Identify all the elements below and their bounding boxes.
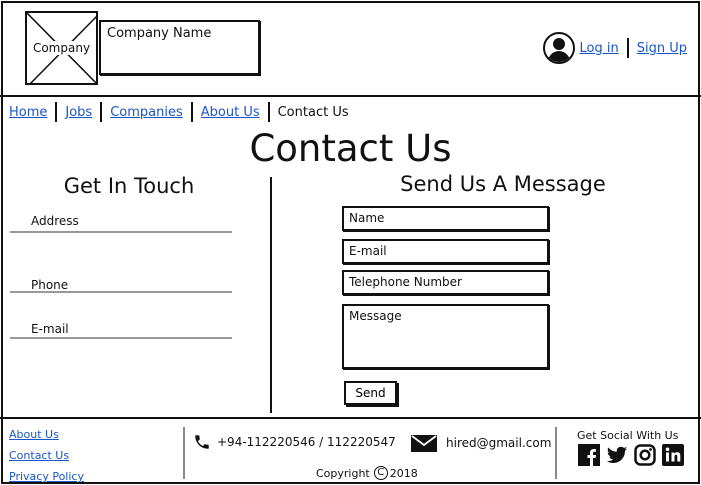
telephone-input[interactable]: Telephone Number (342, 270, 549, 295)
header: Company Company Name Log in Sign Up (0, 0, 701, 97)
breadcrumb-nav: Home Jobs Companies About Us Contact Us (9, 102, 349, 122)
email-label: E-mail (31, 322, 69, 336)
mail-icon (411, 435, 437, 452)
footer-divider (183, 427, 185, 479)
divider (626, 38, 629, 58)
divider (190, 102, 193, 122)
linkedin-icon[interactable] (662, 444, 684, 466)
footer-phone-number: +94-112220546 / 112220547 (217, 435, 396, 449)
footer-phone: +94-112220546 / 112220547 (193, 433, 396, 451)
email-row: E-mail (10, 322, 232, 339)
email-placeholder: E-mail (349, 244, 387, 258)
divider (267, 102, 270, 122)
company-logo[interactable]: Company (25, 11, 98, 85)
message-placeholder: Message (349, 309, 402, 323)
user-avatar-icon[interactable] (542, 32, 575, 64)
footer-privacy-policy-link[interactable]: Privacy Policy (9, 466, 84, 485)
nav-companies[interactable]: Companies (110, 105, 183, 120)
name-placeholder: Name (349, 211, 385, 225)
name-input[interactable]: Name (342, 206, 549, 231)
get-in-touch-heading: Get In Touch (63, 174, 195, 198)
send-button[interactable]: Send (344, 381, 397, 405)
address-label: Address (31, 214, 79, 228)
footer-email: hired@gmail.com (411, 434, 551, 452)
facebook-icon[interactable] (578, 444, 600, 466)
social-title: Get Social With Us (577, 429, 679, 442)
nav-home[interactable]: Home (9, 105, 47, 120)
copyright-year: 2018 (389, 466, 418, 480)
copyright-icon: C (373, 466, 388, 480)
divider (100, 102, 103, 122)
footer-links: About Us Contact Us Privacy Policy (9, 424, 84, 485)
message-textarea[interactable]: Message (342, 304, 549, 369)
address-row: Address (10, 214, 232, 233)
divider (55, 102, 58, 122)
nav-about-us[interactable]: About Us (201, 105, 260, 120)
phone-row: Phone (10, 278, 232, 293)
user-area: Log in Sign Up (542, 32, 687, 64)
login-link[interactable]: Log in (580, 41, 619, 56)
footer-divider (555, 427, 557, 479)
logo-label: Company (27, 41, 96, 55)
copyright-label: Copyright (316, 466, 370, 480)
page-title: Contact Us (249, 127, 452, 170)
send-message-heading: Send Us A Message (400, 172, 606, 196)
footer-about-us-link[interactable]: About Us (9, 424, 84, 445)
nav-jobs[interactable]: Jobs (65, 105, 92, 120)
instagram-icon[interactable] (634, 444, 656, 466)
phone-icon (195, 435, 209, 449)
column-divider (270, 177, 272, 413)
company-name: Company Name (99, 20, 260, 75)
email-input[interactable]: E-mail (342, 239, 549, 264)
footer: About Us Contact Us Privacy Policy +94-1… (0, 417, 701, 485)
copyright: Copyright C 2018 (316, 466, 418, 480)
phone-label: Phone (31, 278, 69, 292)
nav-contact-us-current: Contact Us (277, 104, 349, 120)
footer-contact-us-link[interactable]: Contact Us (9, 445, 84, 466)
signup-link[interactable]: Sign Up (637, 41, 687, 56)
footer-email-address: hired@gmail.com (446, 436, 552, 450)
social-icons (578, 444, 684, 466)
telephone-placeholder: Telephone Number (349, 275, 462, 289)
twitter-icon[interactable] (606, 444, 628, 466)
